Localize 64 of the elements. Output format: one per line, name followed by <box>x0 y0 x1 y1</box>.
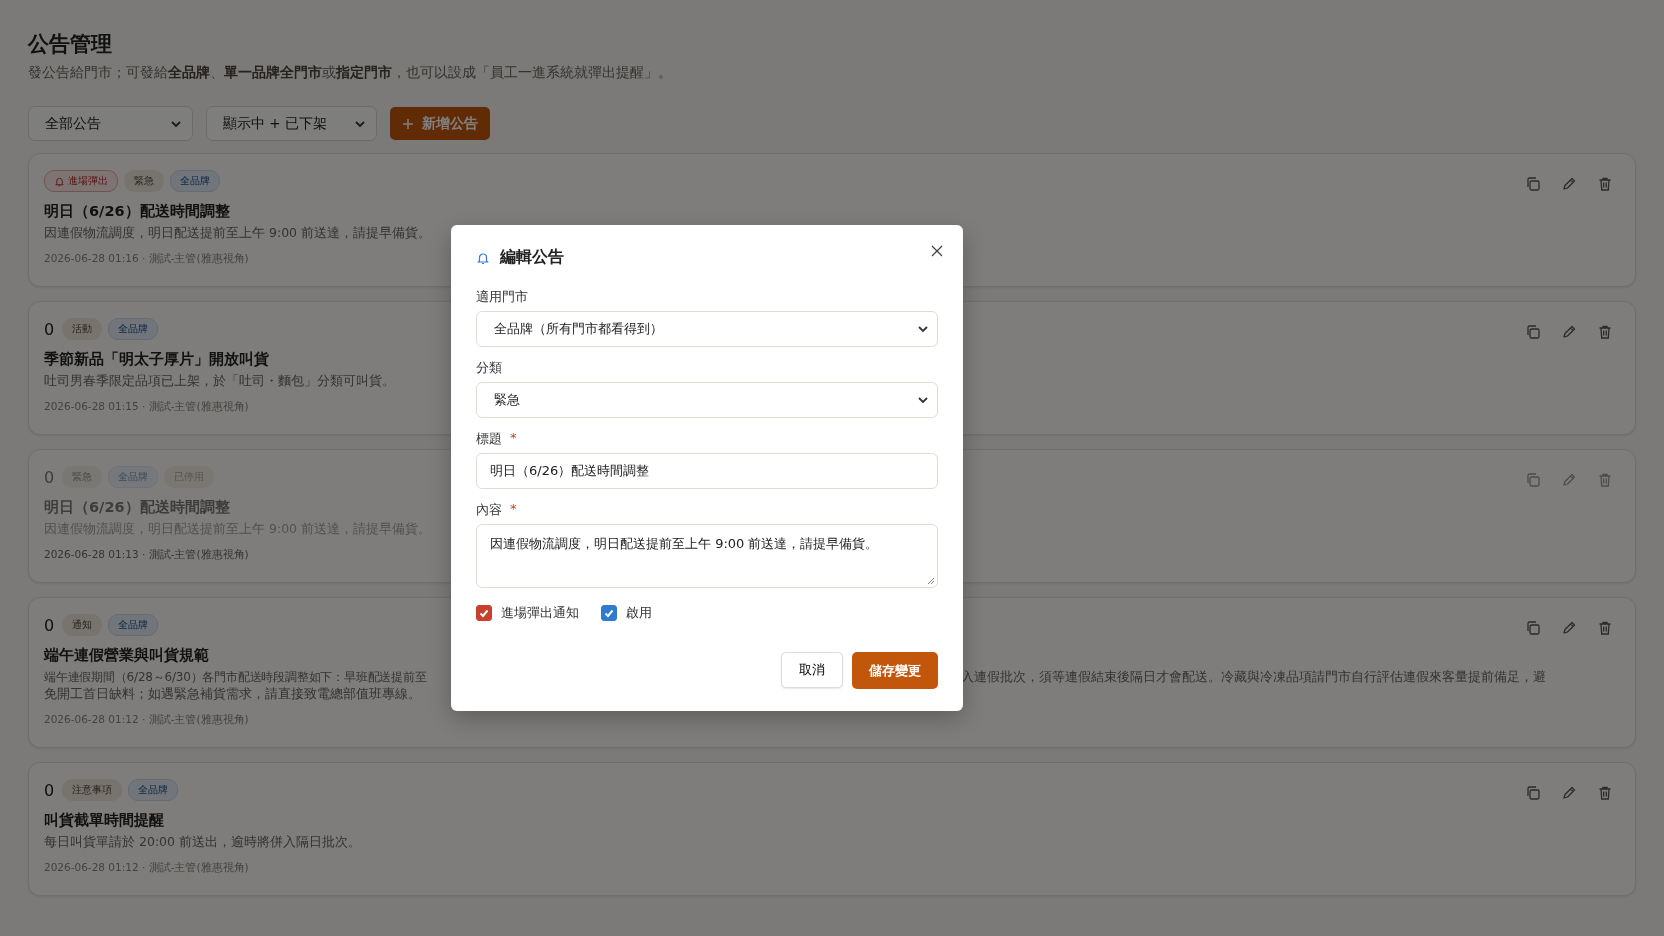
brand-tag: 全品牌 <box>108 318 159 340</box>
textarea-field[interactable]: 因連假物流調度，明日配送提前至上午 9:00 前送達，請提早備貨。 <box>476 524 938 588</box>
page-subtitle: 發公告給門市；可發給全品牌、單一品牌全門市或指定門市，也可以設成「員工一進系統就彈出提醒」。 <box>28 64 672 82</box>
checkbox[interactable] <box>476 605 492 621</box>
select-field[interactable]: 全品牌（所有門市都看得到） <box>476 311 938 347</box>
announcement-body: 端午連假期間（6/28～6/30）各門市配送時段調整如下：早班配送提前至 <box>44 669 428 686</box>
required-mark: * <box>510 501 517 518</box>
copy-icon[interactable] <box>1525 324 1541 340</box>
chevron-icon <box>917 394 929 406</box>
pencil-icon[interactable] <box>1561 324 1577 340</box>
announcement-title: 季節新品「明太子厚片」開放叫貨 <box>44 350 269 369</box>
input-field[interactable]: 明日（6/26）配送時間調整 <box>476 453 938 489</box>
resize-grip-icon <box>927 577 935 585</box>
category-tag: 活動 <box>62 318 103 340</box>
select-field[interactable]: 緊急 <box>476 382 938 418</box>
filter-select[interactable]: 顯示中 + 已下架 <box>206 106 377 141</box>
bell-icon <box>476 250 490 265</box>
dialog-title: 編輯公告 <box>500 247 564 268</box>
brand-tag: 全品牌 <box>128 779 179 801</box>
field-label: 分類 <box>476 359 502 377</box>
required-mark: * <box>510 430 517 447</box>
pencil-icon[interactable] <box>1561 176 1577 192</box>
brand-tag: 全品牌 <box>108 614 159 636</box>
brand-tag: 全品牌 <box>170 170 220 192</box>
read-count: 0 <box>44 319 55 339</box>
bell-icon <box>54 175 65 187</box>
read-count: 0 <box>44 467 55 487</box>
field-label: 內容 <box>476 501 502 519</box>
chevron-icon <box>917 323 929 335</box>
trash-icon[interactable] <box>1597 324 1613 340</box>
popup-tag: 進場彈出 <box>44 170 118 192</box>
filter-select[interactable]: 全部公告 <box>28 106 193 141</box>
announcement-title: 叫貨截單時間提醒 <box>44 811 164 830</box>
category-tag: 注意事項 <box>62 779 123 801</box>
announcement-body: 每日叫貨單請於 20:00 前送出，逾時將併入隔日批次。 <box>44 834 361 851</box>
cancel-button[interactable]: 取消 <box>781 652 843 688</box>
page-title: 公告管理 <box>28 31 112 58</box>
announcement-meta: 2026-06-28 01:13 · 測試-主管(雅惠視角) <box>44 548 249 562</box>
announcement-body: 吐司男春季限定品項已上架，於「吐司・麵包」分類可叫貨。 <box>44 373 395 390</box>
pencil-icon[interactable] <box>1561 620 1577 636</box>
checkbox-label: 啟用 <box>626 604 652 622</box>
close-icon[interactable] <box>931 245 943 257</box>
trash-icon[interactable] <box>1597 620 1613 636</box>
copy-icon[interactable] <box>1525 176 1541 192</box>
announcement-title: 端午連假營業與叫貨規範 <box>44 646 209 665</box>
field-label: 適用門市 <box>476 288 528 306</box>
checkbox-label: 進場彈出通知 <box>501 604 579 622</box>
announcement-body: 免開工首日缺料；如遇緊急補貨需求，請直接致電總部值班專線。 <box>44 686 421 703</box>
copy-icon[interactable] <box>1525 785 1541 801</box>
copy-icon[interactable] <box>1525 620 1541 636</box>
read-count: 0 <box>44 615 55 635</box>
checkbox[interactable] <box>601 605 617 621</box>
pencil-icon[interactable] <box>1561 785 1577 801</box>
announcement-body: 因連假物流調度，明日配送提前至上午 9:00 前送達，請提早備貨。 <box>44 225 432 242</box>
plus-icon <box>402 117 414 130</box>
announcement-title: 明日（6/26）配送時間調整 <box>44 202 230 221</box>
read-count: 0 <box>44 780 55 800</box>
category-tag: 緊急 <box>124 170 164 192</box>
field-label: 標題 <box>476 430 502 448</box>
trash-icon[interactable] <box>1597 176 1613 192</box>
category-tag: 通知 <box>62 614 103 636</box>
announcement-title: 明日（6/26）配送時間調整 <box>44 498 230 517</box>
save-button[interactable]: 儲存變更 <box>852 652 938 689</box>
trash-icon[interactable] <box>1597 785 1613 801</box>
